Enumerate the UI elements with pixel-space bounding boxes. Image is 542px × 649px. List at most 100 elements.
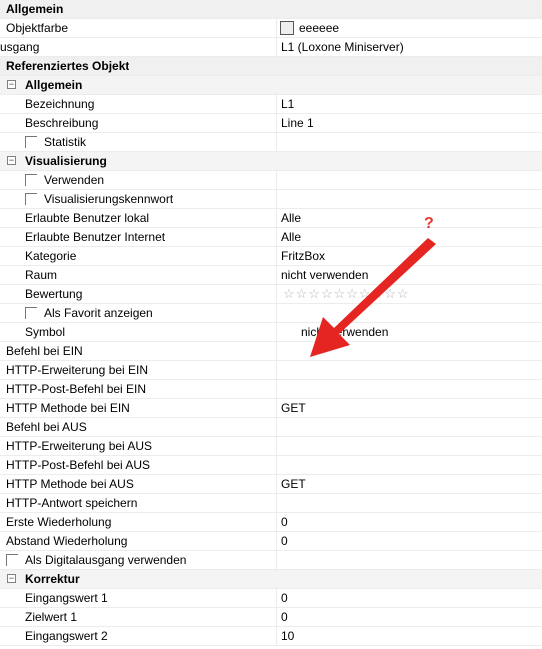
- property-grid: Allgemein Objektfarbe eeeeee usgang L1 (…: [0, 0, 542, 646]
- property-label: Abstand Wiederholung: [6, 534, 128, 548]
- property-value[interactable]: L1: [281, 95, 294, 113]
- property-value[interactable]: Line 1: [281, 114, 314, 132]
- row-benutzer-lokal[interactable]: Erlaubte Benutzer lokal Alle: [0, 209, 542, 228]
- property-value[interactable]: nicht verwenden: [281, 266, 368, 284]
- subcategory-label: Visualisierung: [25, 154, 107, 168]
- row-beschreibung[interactable]: Beschreibung Line 1: [0, 114, 542, 133]
- row-http-antwort[interactable]: HTTP-Antwort speichern: [0, 494, 542, 513]
- property-value[interactable]: 0: [281, 513, 288, 531]
- row-eingangswert-1[interactable]: Eingangswert 1 0: [0, 589, 542, 608]
- row-kategorie[interactable]: Kategorie FritzBox: [0, 247, 542, 266]
- property-value[interactable]: eeeeee: [299, 19, 339, 37]
- property-label: Visualisierungskennwort: [44, 192, 174, 206]
- row-http-erweiterung-ein[interactable]: HTTP-Erweiterung bei EIN: [0, 361, 542, 380]
- row-befehl-aus[interactable]: Befehl bei AUS: [0, 418, 542, 437]
- property-label: Als Favorit anzeigen: [44, 306, 153, 320]
- row-http-erweiterung-aus[interactable]: HTTP-Erweiterung bei AUS: [0, 437, 542, 456]
- collapse-icon[interactable]: −: [7, 574, 16, 583]
- property-label: Raum: [25, 268, 58, 282]
- column-divider: [276, 323, 277, 341]
- column-divider: [276, 399, 277, 417]
- row-verwenden[interactable]: Verwenden: [0, 171, 542, 190]
- column-divider: [276, 38, 277, 56]
- row-raum[interactable]: Raum nicht verwenden: [0, 266, 542, 285]
- collapse-icon[interactable]: −: [7, 156, 16, 165]
- row-bezeichnung[interactable]: Bezeichnung L1: [0, 95, 542, 114]
- row-http-methode-aus[interactable]: HTTP Methode bei AUS GET: [0, 475, 542, 494]
- subcategory-korrektur[interactable]: − Korrektur: [0, 570, 542, 589]
- subcategory-allgemein[interactable]: − Allgemein: [0, 76, 542, 95]
- property-label: Bewertung: [25, 287, 83, 301]
- row-erste-wiederholung[interactable]: Erste Wiederholung 0: [0, 513, 542, 532]
- row-ausgang[interactable]: usgang L1 (Loxone Miniserver): [0, 38, 542, 57]
- column-divider: [276, 247, 277, 265]
- category-referenziertes-objekt[interactable]: Referenziertes Objekt: [0, 57, 542, 76]
- subcategory-label: Allgemein: [25, 78, 83, 92]
- statistik-checkbox[interactable]: [25, 136, 37, 148]
- row-visualisierungskennwort[interactable]: Visualisierungskennwort: [0, 190, 542, 209]
- property-value[interactable]: Alle: [281, 228, 301, 246]
- property-label: Erlaubte Benutzer lokal: [25, 211, 150, 225]
- property-value[interactable]: GET: [281, 475, 306, 493]
- column-divider: [276, 114, 277, 132]
- row-zielwert-1[interactable]: Zielwert 1 0: [0, 608, 542, 627]
- row-bewertung[interactable]: Bewertung ☆☆☆☆☆☆☆☆☆☆: [0, 285, 542, 304]
- column-divider: [276, 209, 277, 227]
- color-swatch[interactable]: [280, 21, 294, 35]
- digitalausgang-checkbox[interactable]: [6, 554, 18, 566]
- row-favorit[interactable]: Als Favorit anzeigen: [0, 304, 542, 323]
- verwenden-checkbox[interactable]: [25, 174, 37, 186]
- column-divider: [276, 437, 277, 455]
- column-divider: [276, 171, 277, 189]
- visualisierungskennwort-checkbox[interactable]: [25, 193, 37, 205]
- subcategory-visualisierung[interactable]: − Visualisierung: [0, 152, 542, 171]
- row-http-methode-ein[interactable]: HTTP Methode bei EIN GET: [0, 399, 542, 418]
- column-divider: [276, 190, 277, 208]
- row-symbol[interactable]: Symbol nicht verwenden: [0, 323, 542, 342]
- property-value[interactable]: FritzBox: [281, 247, 325, 265]
- property-value[interactable]: Alle: [281, 209, 301, 227]
- column-divider: [276, 228, 277, 246]
- category-allgemein[interactable]: Allgemein: [0, 0, 542, 19]
- row-eingangswert-2[interactable]: Eingangswert 2 10: [0, 627, 542, 646]
- row-abstand-wiederholung[interactable]: Abstand Wiederholung 0: [0, 532, 542, 551]
- property-value[interactable]: 0: [281, 532, 288, 550]
- row-objektfarbe[interactable]: Objektfarbe eeeeee: [0, 19, 542, 38]
- column-divider: [276, 266, 277, 284]
- property-label: Statistik: [44, 135, 87, 149]
- row-benutzer-internet[interactable]: Erlaubte Benutzer Internet Alle: [0, 228, 542, 247]
- category-label: Referenziertes Objekt: [6, 59, 130, 73]
- property-label: usgang: [0, 40, 40, 54]
- property-value[interactable]: 0: [281, 608, 288, 626]
- property-label: HTTP-Post-Befehl bei AUS: [6, 458, 151, 472]
- property-value[interactable]: L1 (Loxone Miniserver): [281, 38, 404, 56]
- row-befehl-ein[interactable]: Befehl bei EIN: [0, 342, 542, 361]
- property-value[interactable]: GET: [281, 399, 306, 417]
- row-http-post-aus[interactable]: HTTP-Post-Befehl bei AUS: [0, 456, 542, 475]
- collapse-icon[interactable]: −: [7, 80, 16, 89]
- row-http-post-ein[interactable]: HTTP-Post-Befehl bei EIN: [0, 380, 542, 399]
- star-rating-icon[interactable]: ☆☆☆☆☆☆☆☆☆☆: [283, 286, 410, 302]
- property-label: Verwenden: [44, 173, 105, 187]
- property-label: Bezeichnung: [25, 97, 95, 111]
- column-divider: [276, 19, 277, 37]
- property-value[interactable]: 10: [281, 627, 294, 645]
- property-label: Eingangswert 2: [25, 629, 108, 643]
- favorit-checkbox[interactable]: [25, 307, 37, 319]
- property-value[interactable]: 0: [281, 589, 288, 607]
- property-label: Erste Wiederholung: [6, 515, 112, 529]
- property-label: HTTP-Antwort speichern: [6, 496, 138, 510]
- property-label: HTTP-Erweiterung bei EIN: [6, 363, 149, 377]
- property-label: Erlaubte Benutzer Internet: [25, 230, 166, 244]
- property-value[interactable]: nicht verwenden: [301, 323, 388, 341]
- property-label: Symbol: [25, 325, 66, 339]
- property-label: HTTP-Post-Befehl bei EIN: [6, 382, 147, 396]
- column-divider: [276, 361, 277, 379]
- row-statistik[interactable]: Statistik: [0, 133, 542, 152]
- row-digitalausgang[interactable]: Als Digitalausgang verwenden: [0, 551, 542, 570]
- column-divider: [276, 95, 277, 113]
- column-divider: [276, 133, 277, 151]
- column-divider: [276, 513, 277, 531]
- property-label: Befehl bei EIN: [6, 344, 83, 358]
- property-label: HTTP Methode bei AUS: [6, 477, 134, 491]
